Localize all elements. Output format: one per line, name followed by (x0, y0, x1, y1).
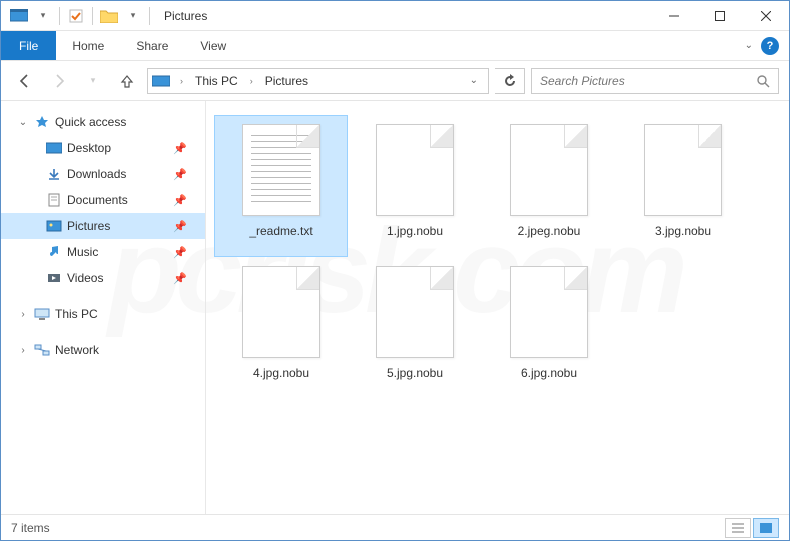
sidebar-item-pictures[interactable]: Pictures 📌 (1, 213, 205, 239)
close-button[interactable] (743, 1, 789, 31)
search-box[interactable] (531, 68, 779, 94)
pin-icon: 📌 (173, 168, 187, 181)
qat-properties-icon[interactable] (64, 4, 88, 28)
chevron-right-icon[interactable]: › (176, 76, 187, 86)
file-item[interactable]: 1.jpg.nobu (348, 115, 482, 257)
ribbon: File Home Share View ⌄ ? (1, 31, 789, 61)
sidebar-item-music[interactable]: Music 📌 (1, 239, 205, 265)
file-name: 1.jpg.nobu (387, 224, 443, 238)
sidebar-item-documents[interactable]: Documents 📌 (1, 187, 205, 213)
pin-icon: 📌 (173, 272, 187, 285)
file-name: 5.jpg.nobu (387, 366, 443, 380)
sidebar-item-label: Quick access (55, 115, 126, 129)
file-thumbnail (376, 124, 454, 216)
recent-locations-button[interactable]: ▾ (79, 67, 107, 95)
file-thumbnail (510, 266, 588, 358)
file-list[interactable]: _readme.txt 1.jpg.nobu 2.jpeg.nobu 3.jpg.no… (206, 101, 789, 514)
refresh-button[interactable] (495, 68, 525, 94)
sidebar-item-label: Videos (67, 271, 103, 285)
qat-dropdown-icon[interactable]: ▾ (31, 4, 55, 28)
sidebar-item-downloads[interactable]: Downloads 📌 (1, 161, 205, 187)
pin-icon: 📌 (173, 194, 187, 207)
address-bar: ▾ › This PC › Pictures ⌄ (1, 61, 789, 101)
videos-icon (45, 270, 63, 286)
breadcrumb[interactable]: This PC (193, 74, 240, 88)
back-button[interactable] (11, 67, 39, 95)
file-name: 6.jpg.nobu (521, 366, 577, 380)
sidebar-network[interactable]: › Network (1, 337, 205, 363)
pin-icon: 📌 (173, 142, 187, 155)
ribbon-expand-icon[interactable]: ⌄ (745, 40, 753, 51)
location-icon (152, 74, 170, 88)
expand-icon[interactable]: › (17, 309, 29, 320)
file-name: 4.jpg.nobu (253, 366, 309, 380)
tab-share[interactable]: Share (120, 31, 184, 60)
forward-button[interactable] (45, 67, 73, 95)
up-button[interactable] (113, 67, 141, 95)
view-large-icons-button[interactable] (753, 518, 779, 538)
help-button[interactable]: ? (761, 37, 779, 55)
pictures-icon (45, 218, 63, 234)
window-title: Pictures (164, 9, 207, 23)
search-input[interactable] (540, 74, 748, 88)
file-item[interactable]: 5.jpg.nobu (348, 257, 482, 399)
file-thumbnail (376, 266, 454, 358)
file-item[interactable]: 3.jpg.nobu (616, 115, 750, 257)
file-item[interactable]: _readme.txt (214, 115, 348, 257)
sidebar-item-label: Desktop (67, 141, 111, 155)
expand-icon[interactable]: › (17, 345, 29, 356)
file-tab[interactable]: File (1, 31, 56, 60)
documents-icon (45, 192, 63, 208)
sidebar-quick-access[interactable]: ⌄ Quick access (1, 109, 205, 135)
chevron-right-icon[interactable]: › (246, 76, 257, 86)
desktop-icon (45, 140, 63, 156)
pin-icon: 📌 (173, 246, 187, 259)
network-icon (33, 342, 51, 358)
file-name: 3.jpg.nobu (655, 224, 711, 238)
sidebar-item-videos[interactable]: Videos 📌 (1, 265, 205, 291)
file-thumbnail (644, 124, 722, 216)
qat-dropdown2-icon[interactable]: ▾ (121, 4, 145, 28)
status-bar: 7 items (1, 514, 789, 540)
music-icon (45, 244, 63, 260)
sidebar-item-label: Pictures (67, 219, 110, 233)
file-item[interactable]: 4.jpg.nobu (214, 257, 348, 399)
title-bar: ▾ ▾ Pictures (1, 1, 789, 31)
tab-home[interactable]: Home (56, 31, 120, 60)
breadcrumb[interactable]: Pictures (263, 74, 310, 88)
file-thumbnail (242, 124, 320, 216)
status-item-count: 7 items (11, 521, 50, 535)
sidebar-item-label: Downloads (67, 167, 126, 181)
tab-view[interactable]: View (184, 31, 242, 60)
star-icon (33, 114, 51, 130)
address-box[interactable]: › This PC › Pictures ⌄ (147, 68, 489, 94)
sidebar-item-desktop[interactable]: Desktop 📌 (1, 135, 205, 161)
file-name: 2.jpeg.nobu (518, 224, 581, 238)
collapse-icon[interactable]: ⌄ (17, 117, 29, 128)
sidebar-this-pc[interactable]: › This PC (1, 301, 205, 327)
maximize-button[interactable] (697, 1, 743, 31)
minimize-button[interactable] (651, 1, 697, 31)
folder-icon[interactable] (97, 4, 121, 28)
navigation-pane: ⌄ Quick access Desktop📌Downloads📌Documen… (1, 101, 206, 514)
file-thumbnail (242, 266, 320, 358)
address-dropdown-icon[interactable]: ⌄ (464, 75, 484, 86)
file-name: _readme.txt (249, 224, 312, 238)
sidebar-item-label: Music (67, 245, 98, 259)
pc-icon (33, 306, 51, 322)
search-icon (756, 74, 770, 88)
app-icon (7, 4, 31, 28)
file-thumbnail (510, 124, 588, 216)
sidebar-item-label: Documents (67, 193, 128, 207)
sidebar-item-label: This PC (55, 307, 98, 321)
file-item[interactable]: 6.jpg.nobu (482, 257, 616, 399)
sidebar-item-label: Network (55, 343, 99, 357)
pin-icon: 📌 (173, 220, 187, 233)
file-item[interactable]: 2.jpeg.nobu (482, 115, 616, 257)
downloads-icon (45, 166, 63, 182)
content-area: ⌄ Quick access Desktop📌Downloads📌Documen… (1, 101, 789, 514)
view-details-button[interactable] (725, 518, 751, 538)
